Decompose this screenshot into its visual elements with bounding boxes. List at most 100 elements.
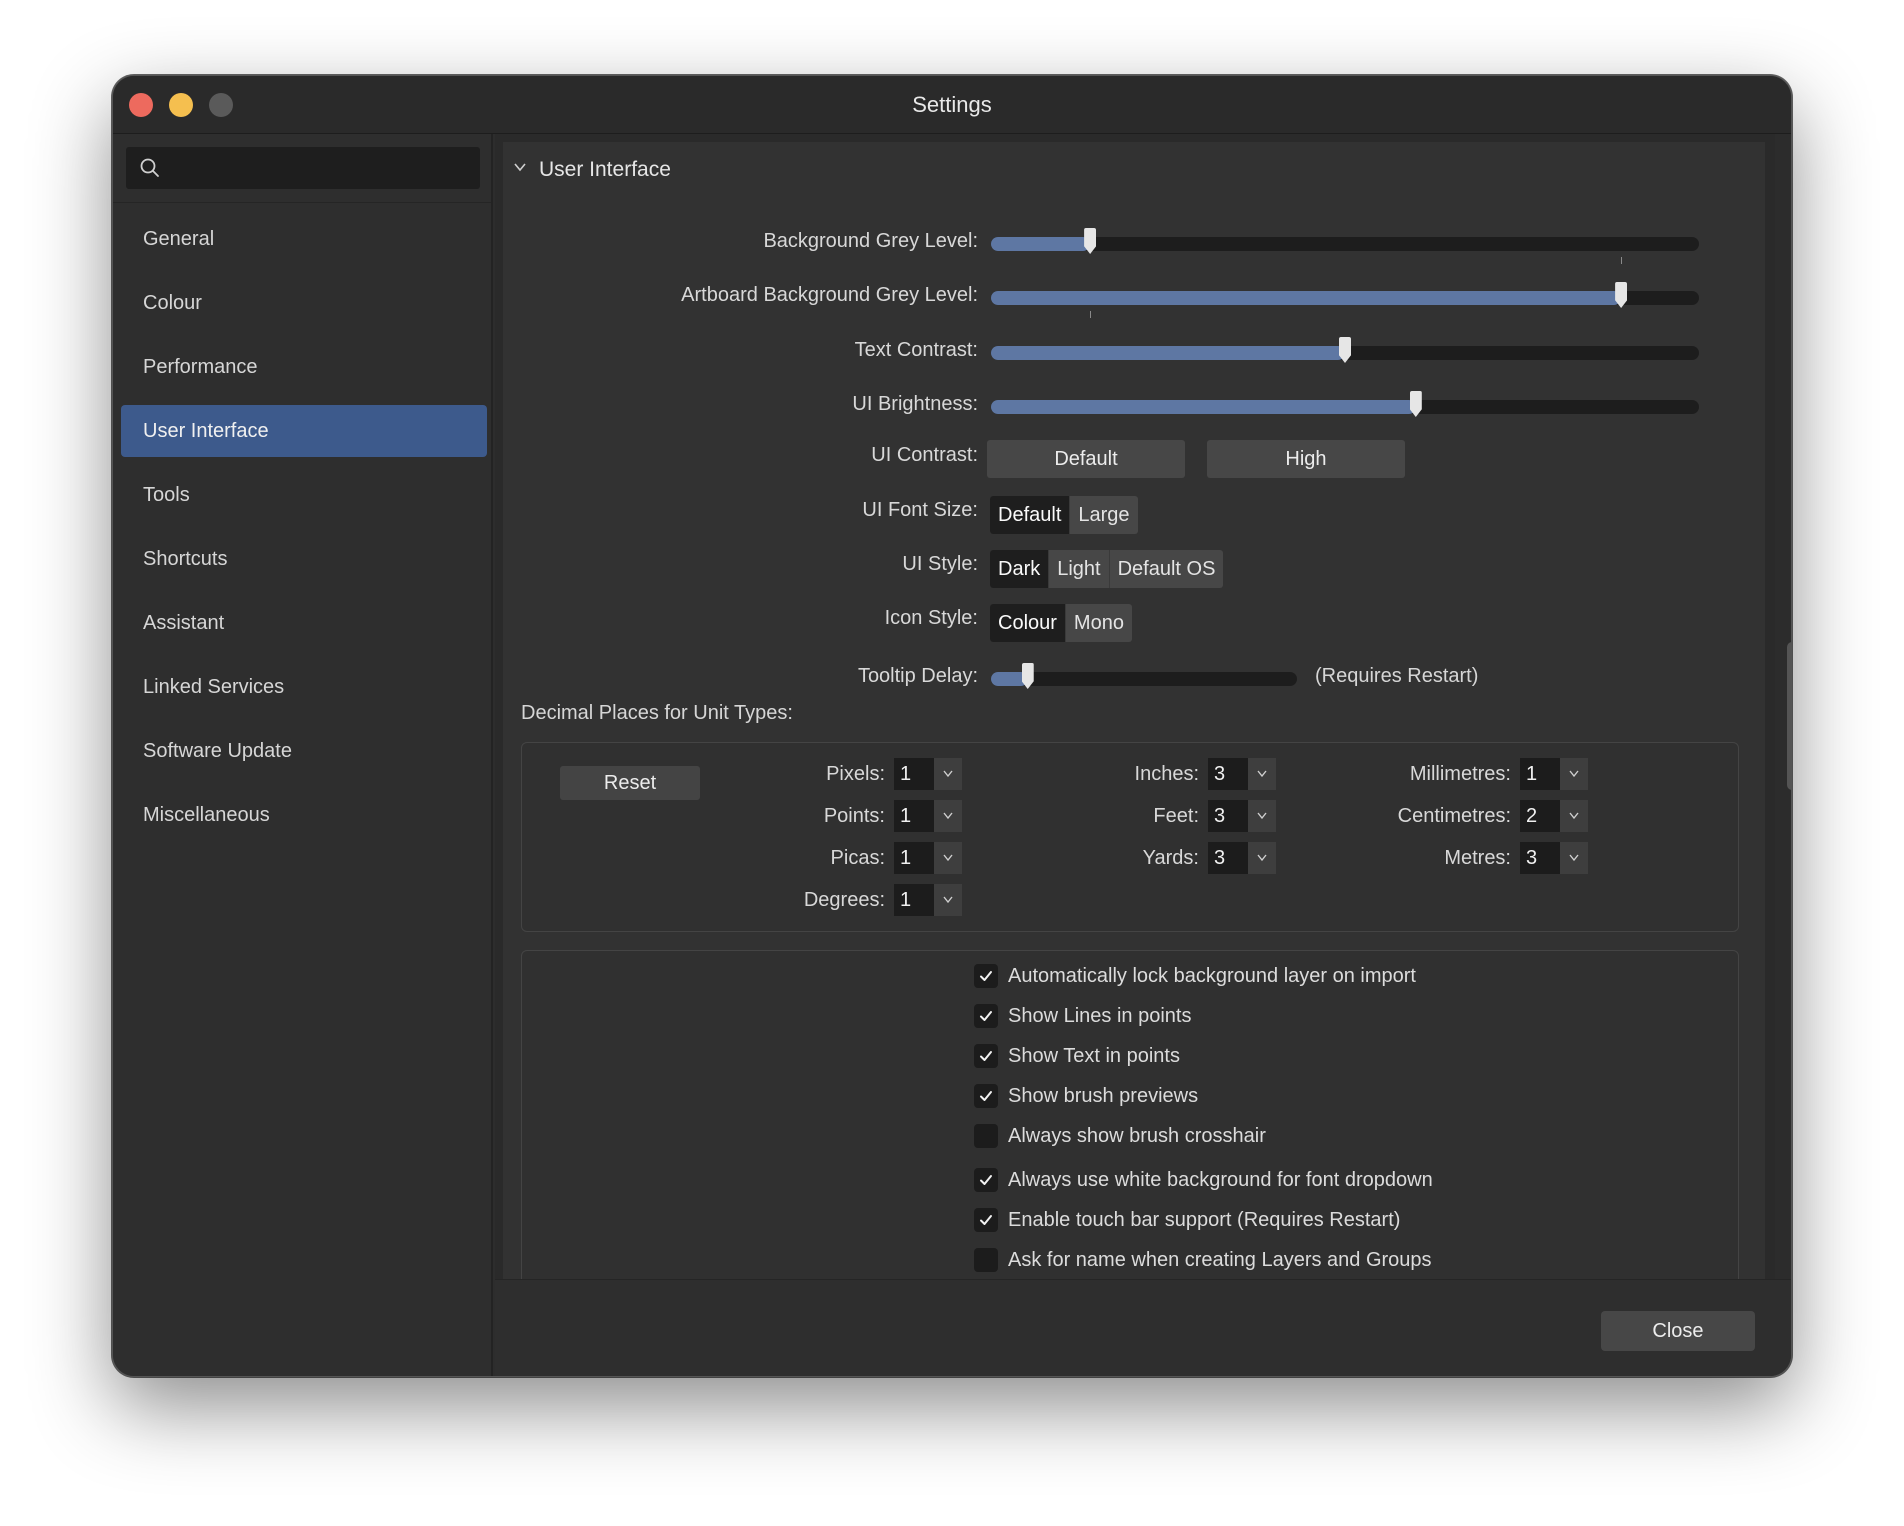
slider-fill — [991, 237, 1091, 251]
icon-style-mono[interactable]: Mono — [1066, 604, 1132, 642]
search-icon — [140, 158, 159, 177]
tooltip-restart-note: (Requires Restart) — [1315, 665, 1479, 687]
sidebar-item-colour[interactable]: Colour — [121, 277, 487, 329]
chevron-down-icon[interactable] — [934, 884, 962, 916]
checkbox[interactable] — [974, 1004, 998, 1028]
window-title: Settings — [912, 92, 992, 117]
section-header[interactable]: User Interface — [513, 158, 671, 186]
ui-style-dark[interactable]: Dark — [990, 550, 1050, 588]
centimetres-value[interactable]: 2 — [1520, 800, 1560, 832]
option-brush-previews[interactable]: Show brush previews — [974, 1083, 1198, 1109]
ui-font-size-label: UI Font Size: — [862, 499, 978, 521]
sidebar-item-user-interface[interactable]: User Interface — [121, 405, 487, 457]
option-lines-in-points[interactable]: Show Lines in points — [974, 1003, 1191, 1029]
chevron-down-icon[interactable] — [1248, 758, 1276, 790]
inches-value[interactable]: 3 — [1208, 758, 1248, 790]
ui-font-size-large[interactable]: Large — [1070, 496, 1137, 534]
option-touch-bar[interactable]: Enable touch bar support (Requires Resta… — [974, 1207, 1400, 1233]
checkbox[interactable] — [974, 1044, 998, 1068]
close-button[interactable]: Close — [1601, 1311, 1755, 1351]
yards-label: Yards: — [1142, 847, 1199, 869]
sidebar-item-miscellaneous[interactable]: Miscellaneous — [121, 789, 487, 841]
option-brush-crosshair[interactable]: Always show brush crosshair — [974, 1123, 1266, 1149]
ui-style-default-os[interactable]: Default OS — [1110, 550, 1224, 588]
feet-value[interactable]: 3 — [1208, 800, 1248, 832]
feet-label: Feet: — [1153, 805, 1199, 827]
option-lock-background[interactable]: Automatically lock background layer on i… — [974, 963, 1416, 989]
checkbox[interactable] — [974, 1168, 998, 1192]
chevron-down-icon[interactable] — [934, 758, 962, 790]
checkbox[interactable] — [974, 1124, 998, 1148]
degrees-stepper[interactable]: 1 — [894, 884, 962, 916]
centimetres-stepper[interactable]: 2 — [1520, 800, 1588, 832]
chevron-down-icon[interactable] — [1560, 758, 1588, 790]
reset-button[interactable]: Reset — [560, 766, 700, 800]
checkbox[interactable] — [974, 964, 998, 988]
chevron-down-icon[interactable] — [934, 800, 962, 832]
points-stepper[interactable]: 1 — [894, 800, 962, 832]
ui-contrast-high-button[interactable]: High — [1207, 440, 1405, 478]
picas-stepper[interactable]: 1 — [894, 842, 962, 874]
search-input[interactable] — [170, 153, 470, 183]
option-white-font-dropdown[interactable]: Always use white background for font dro… — [974, 1167, 1433, 1193]
sidebar-item-assistant[interactable]: Assistant — [121, 597, 487, 649]
millimetres-stepper[interactable]: 1 — [1520, 758, 1588, 790]
ui-contrast-default-button[interactable]: Default — [987, 440, 1185, 478]
artboard-grey-slider[interactable] — [991, 282, 1699, 318]
degrees-value[interactable]: 1 — [894, 884, 934, 916]
feet-stepper[interactable]: 3 — [1208, 800, 1276, 832]
ui-font-size-default[interactable]: Default — [990, 496, 1071, 534]
option-ask-layer-name[interactable]: Ask for name when creating Layers and Gr… — [974, 1247, 1432, 1273]
chevron-down-icon[interactable] — [1560, 800, 1588, 832]
sidebar-item-shortcuts[interactable]: Shortcuts — [121, 533, 487, 585]
text-contrast-slider[interactable] — [991, 337, 1699, 363]
inches-stepper[interactable]: 3 — [1208, 758, 1276, 790]
millimetres-value[interactable]: 1 — [1520, 758, 1560, 790]
sidebar-item-software-update[interactable]: Software Update — [121, 725, 487, 777]
checkmark-icon — [980, 971, 992, 981]
points-value[interactable]: 1 — [894, 800, 934, 832]
option-label: Always use white background for font dro… — [1008, 1168, 1433, 1191]
option-label: Show Lines in points — [1008, 1004, 1192, 1027]
checkbox[interactable] — [974, 1084, 998, 1108]
chevron-down-icon[interactable] — [934, 842, 962, 874]
metres-value[interactable]: 3 — [1520, 842, 1560, 874]
scrollbar[interactable] — [1775, 134, 1791, 1279]
sidebar: General Colour Performance User Interfac… — [113, 134, 493, 1376]
sidebar-item-performance[interactable]: Performance — [121, 341, 487, 393]
title-bar: Settings — [113, 76, 1791, 134]
picas-value[interactable]: 1 — [894, 842, 934, 874]
search-box[interactable] — [126, 147, 480, 189]
points-label: Points: — [823, 805, 885, 827]
slider-fill — [991, 346, 1345, 360]
option-label: Ask for name when creating Layers and Gr… — [1008, 1248, 1432, 1271]
checkmark-icon — [980, 1091, 992, 1101]
chevron-down-icon[interactable] — [1248, 842, 1276, 874]
pixels-label: Pixels: — [826, 763, 885, 785]
sidebar-item-general[interactable]: General — [121, 213, 487, 265]
settings-window: Settings General Colour Performance User… — [112, 75, 1792, 1377]
option-label: Automatically lock background layer on i… — [1008, 964, 1416, 987]
scrollbar-thumb[interactable] — [1787, 642, 1791, 790]
options-group: Automatically lock background layer on i… — [521, 950, 1739, 1280]
icon-style-colour[interactable]: Colour — [990, 604, 1066, 642]
tooltip-delay-slider[interactable] — [991, 663, 1297, 689]
slider-tick — [1090, 311, 1092, 318]
pixels-value[interactable]: 1 — [894, 758, 934, 790]
ui-style-light[interactable]: Light — [1049, 550, 1110, 588]
decimal-places-title: Decimal Places for Unit Types: — [521, 702, 793, 724]
sidebar-item-linked-services[interactable]: Linked Services — [121, 661, 487, 713]
chevron-down-icon[interactable] — [1560, 842, 1588, 874]
metres-stepper[interactable]: 3 — [1520, 842, 1588, 874]
checkbox[interactable] — [974, 1208, 998, 1232]
ui-brightness-slider[interactable] — [991, 391, 1699, 417]
yards-stepper[interactable]: 3 — [1208, 842, 1276, 874]
checkbox[interactable] — [974, 1248, 998, 1272]
background-grey-slider[interactable] — [991, 228, 1699, 264]
chevron-down-icon[interactable] — [1248, 800, 1276, 832]
option-text-in-points[interactable]: Show Text in points — [974, 1043, 1180, 1069]
sidebar-item-tools[interactable]: Tools — [121, 469, 487, 521]
option-label: Show brush previews — [1008, 1084, 1199, 1107]
yards-value[interactable]: 3 — [1208, 842, 1248, 874]
pixels-stepper[interactable]: 1 — [894, 758, 962, 790]
